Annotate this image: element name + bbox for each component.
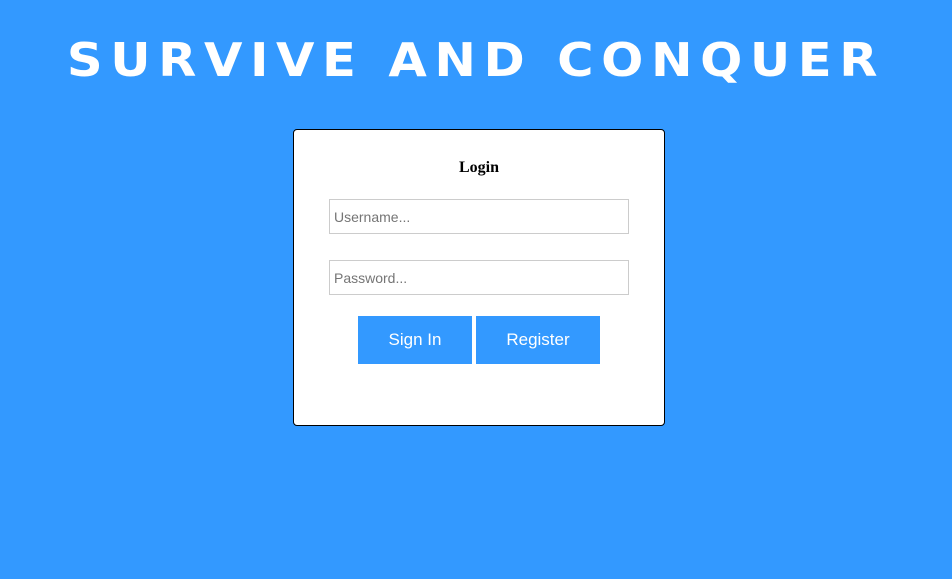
password-input[interactable]: [329, 260, 629, 295]
username-input[interactable]: [329, 199, 629, 234]
login-heading: Login: [458, 159, 499, 176]
sign-in-button[interactable]: Sign In: [358, 316, 472, 364]
register-button[interactable]: Register: [476, 316, 600, 364]
game-title: Survive and Conquer: [66, 33, 886, 87]
login-panel: Login Sign In Register: [293, 129, 665, 426]
